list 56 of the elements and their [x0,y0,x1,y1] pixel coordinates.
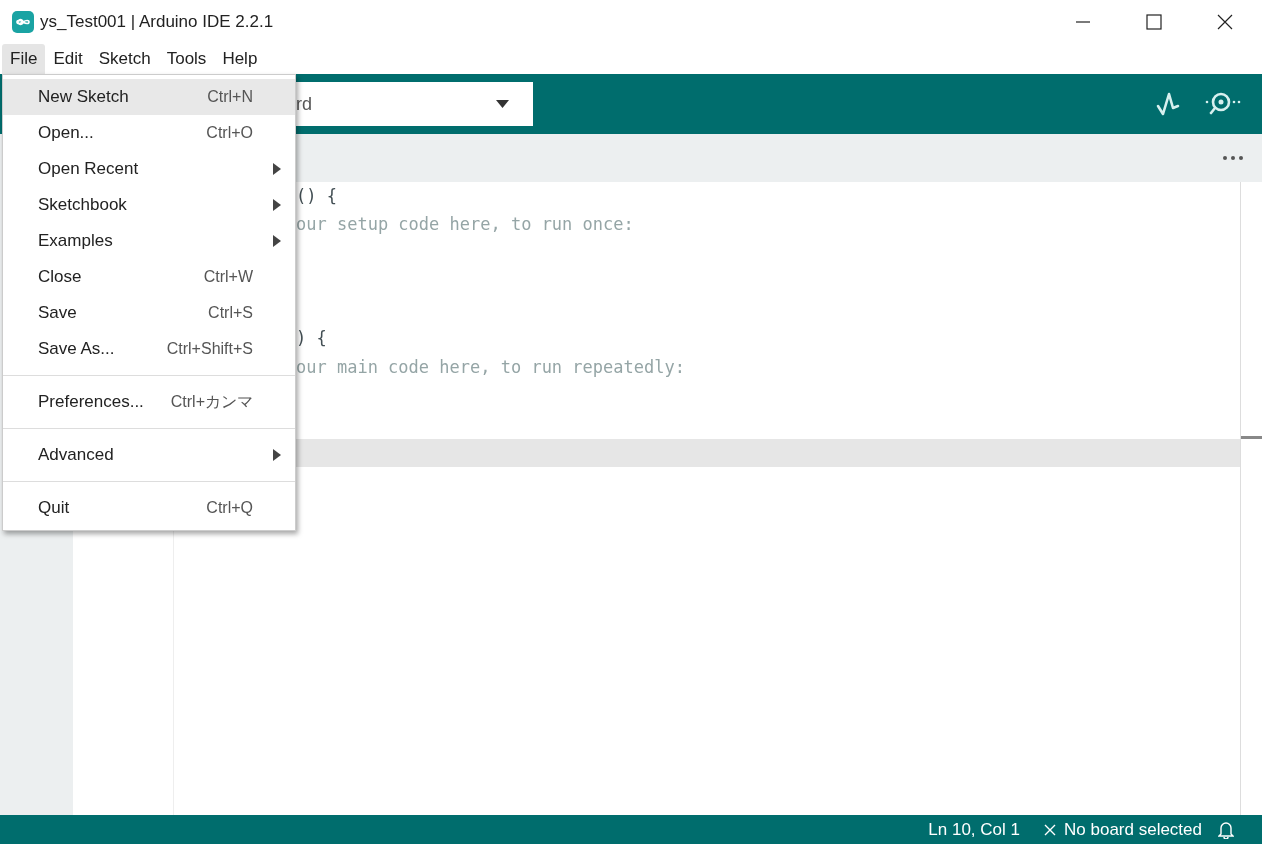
shortcut-label: Ctrl+Shift+S [166,339,253,359]
shortcut-label: Ctrl+Q [206,498,253,518]
menu-label: Quit [38,497,70,520]
menu-entry[interactable]: Save As... Ctrl+Shift+S [3,331,295,367]
menu-entry[interactable]: New Sketch Ctrl+N [3,79,295,115]
menu-entry[interactable]: Open Recent [3,151,295,187]
maximize-icon[interactable] [1146,14,1162,30]
window-title: ys_Test001 | Arduino IDE 2.2.1 [40,11,274,34]
cursor-position[interactable]: Ln 10, Col 1 [928,816,1020,843]
serial-plotter-icon[interactable] [1156,90,1182,118]
menu-label: Preferences... [38,391,144,414]
submenu-arrow-icon [273,199,281,211]
menu-entry[interactable]: Advanced [3,437,295,473]
menu-label: Save As... [38,338,115,361]
menu-label: Examples [38,230,113,253]
shortcut-label: Ctrl+カンマ [170,392,253,412]
menu-label: New Sketch [38,86,129,109]
menu-entry[interactable]: Close Ctrl+W [3,259,295,295]
menu-entry[interactable]: Save Ctrl+S [3,295,295,331]
close-icon[interactable] [1217,14,1233,30]
menu-label: Advanced [38,444,114,467]
caret-icon [496,100,509,108]
code-line: our main code here, to run repeatedly: [296,355,685,379]
board-status[interactable]: No board selected [1064,816,1202,843]
bell-icon[interactable] [1218,820,1234,839]
menu-entry[interactable]: Quit Ctrl+Q [3,490,295,526]
code-line: () { [296,184,337,208]
submenu-arrow-icon [273,449,281,461]
menu-label: Close [38,266,82,289]
shortcut-label: Ctrl+N [207,87,253,107]
close-icon [1044,823,1056,836]
app-logo-icon [12,11,34,33]
serial-monitor-icon[interactable] [1204,91,1242,117]
scroll-marker [1241,436,1262,439]
menu-item[interactable]: File [2,44,46,74]
menu-entry[interactable]: Sketchbook [3,187,295,223]
shortcut-label: Ctrl+O [206,123,253,143]
more-icon[interactable] [1222,155,1244,161]
menu-label: Sketchbook [38,194,127,217]
shortcut-label: Ctrl+W [203,267,253,287]
menu-item[interactable]: Edit [45,44,91,74]
menu-item[interactable]: Help [214,44,266,74]
menu-entry[interactable]: Examples [3,223,295,259]
menu-entry[interactable]: Open... Ctrl+O [3,115,295,151]
code-line: our setup code here, to run once: [296,213,634,236]
submenu-arrow-icon [273,163,281,175]
submenu-arrow-icon [273,235,281,247]
code-line: ) { [296,327,327,350]
menu-entry[interactable]: Preferences... Ctrl+カンマ [3,384,295,420]
menu-item[interactable]: Tools [158,44,215,74]
menu-label: Open Recent [38,158,139,181]
menu-label: Save [38,302,77,325]
menu-item[interactable]: Sketch [90,44,159,74]
shortcut-label: Ctrl+S [208,303,253,323]
board-select[interactable]: rd [296,82,533,126]
menu-label: Open... [38,122,94,145]
